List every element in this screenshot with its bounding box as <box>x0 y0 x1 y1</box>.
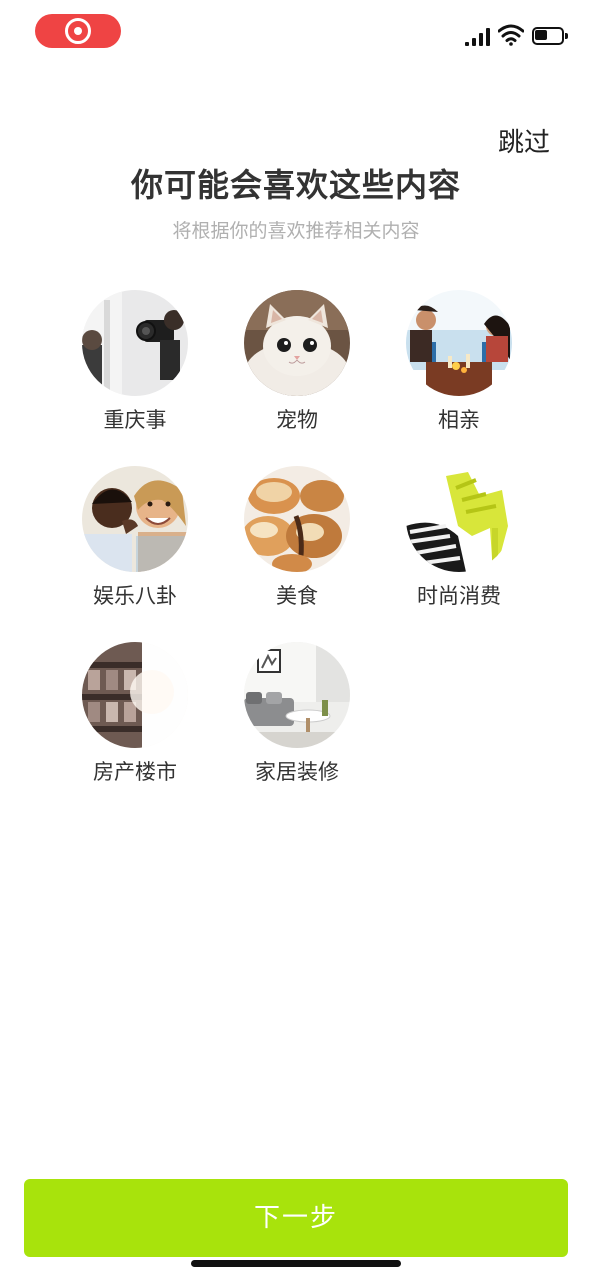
pastry-photo-icon <box>244 466 350 572</box>
interest-label: 时尚消费 <box>417 584 501 608</box>
interest-label: 美食 <box>276 584 318 608</box>
couple-dinner-photo-icon <box>406 290 512 396</box>
battery-icon <box>532 27 568 45</box>
interest-item-real-estate[interactable]: 房产楼市 <box>54 642 216 802</box>
building-photo-icon <box>82 642 188 748</box>
interest-item-home-decor[interactable]: 家居装修 <box>216 642 378 802</box>
page-subtitle: 将根据你的喜欢推荐相关内容 <box>172 220 420 242</box>
skip-button[interactable]: 跳过 <box>498 122 550 159</box>
interest-label: 重庆事 <box>103 408 167 432</box>
interest-item-fashion[interactable]: 时尚消费 <box>378 466 540 626</box>
screen-recording-indicator[interactable] <box>35 14 121 48</box>
home-indicator <box>191 1260 401 1267</box>
interest-label: 相亲 <box>438 408 480 432</box>
interest-label: 家居装修 <box>255 760 339 784</box>
interest-item-food[interactable]: 美食 <box>216 466 378 626</box>
interest-label: 宠物 <box>276 408 318 432</box>
next-step-button[interactable]: 下一步 <box>24 1179 568 1257</box>
living-room-photo-icon <box>244 642 350 748</box>
interest-item-pets[interactable]: 宠物 <box>216 290 378 450</box>
interest-item-dating[interactable]: 相亲 <box>378 290 540 450</box>
page-title: 你可能会喜欢这些内容 <box>130 166 461 204</box>
camera-photo-icon <box>82 290 188 396</box>
wifi-icon <box>498 24 524 46</box>
whisper-gossip-photo-icon <box>82 466 188 572</box>
cat-photo-icon <box>244 290 350 396</box>
interest-item-chongqing[interactable]: 重庆事 <box>54 290 216 450</box>
record-icon <box>65 18 91 44</box>
interest-label: 房产楼市 <box>93 760 177 784</box>
cellular-signal-icon <box>465 28 493 46</box>
status-bar <box>0 0 592 64</box>
high-heel-photo-icon <box>406 466 512 572</box>
interest-item-entertainment[interactable]: 娱乐八卦 <box>54 466 216 626</box>
interest-label: 娱乐八卦 <box>93 584 177 608</box>
